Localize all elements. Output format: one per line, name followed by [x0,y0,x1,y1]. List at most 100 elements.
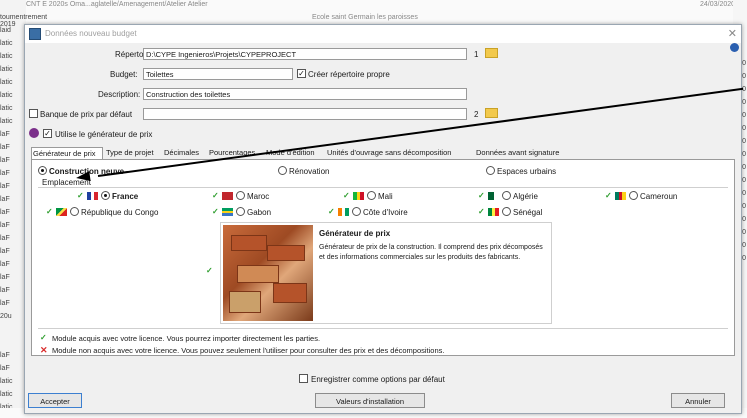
construction-materials-image [223,225,313,321]
radio-cote-ivoire[interactable] [352,207,361,216]
check-icon: ✓ [77,191,84,200]
repertoire-field[interactable]: D:\CYPE Ingenieros\Projets\CYPEPROJECT [143,48,467,60]
background-row-text: laF [0,235,10,242]
banque-prix-checkbox[interactable] [29,109,38,118]
radio-gabon[interactable] [236,207,245,216]
tab-decimales[interactable]: Décimales [163,147,200,159]
app-icon [29,28,41,40]
background-row-text: latic [0,66,13,73]
background-row-text: laF [0,170,10,177]
radio-algerie[interactable] [502,191,511,200]
description-field[interactable]: Construction des toilettes [143,88,467,100]
radio-espaces-label: Espaces urbains [497,167,557,176]
flag-senegal-icon [488,208,500,216]
background-row-text: latic [0,391,13,398]
check-icon: ✓ [478,191,485,200]
background-path-text: CNT et CNT E 2020s Oma...aglatelle/Amena… [2,1,208,8]
radio-maroc[interactable] [236,191,245,200]
check-icon: ✓ [328,207,335,216]
country-cameroun: Cameroun [640,192,678,201]
dialog-titlebar: Données nouveau budget ✕ [25,25,741,43]
enregistrer-label: Enregistrer comme options par défaut [311,375,445,384]
background-row-text: laF [0,131,10,138]
background-row-text: laid [0,27,11,34]
valeurs-installation-button[interactable]: Valeurs d'installation [315,393,425,408]
flag-cote-ivoire-icon [338,208,350,216]
country-maroc: Maroc [247,192,270,201]
module-non-acquis-text: Module non acquis avec votre licence. Vo… [52,346,445,355]
check-icon: ✓ [478,207,485,216]
repertoire-number: 1 [474,50,479,59]
generateur-panel: Construction neuve Rénovation Espaces ur… [31,160,735,356]
check-icon: ✓ [212,207,219,216]
generateur-title: Générateur de prix [319,229,391,238]
tab-bar: Générateur de prix Type de projet Décima… [31,147,735,160]
help-icon[interactable] [730,43,739,52]
utilise-generateur-label: Utilise le générateur de prix [55,130,153,139]
annotation-arrow-head [75,171,91,183]
background-row-text: laF [0,157,10,164]
background-row-text: laF [0,287,10,294]
enregistrer-checkbox[interactable] [299,374,308,383]
background-row-text: laF [0,196,10,203]
description-label: Description: [98,90,141,99]
flag-mali-icon [353,192,365,200]
cross-icon: ✕ [40,345,48,355]
radio-espaces-urbains[interactable] [486,166,495,175]
background-row-text: latic [0,40,13,47]
legend-divider [38,328,728,329]
background-row-text: latic [0,378,13,385]
country-mali: Mali [378,192,393,201]
radio-congo[interactable] [70,207,79,216]
background-row-text: laF [0,209,10,216]
tab-donnees-signature[interactable]: Données avant signature [475,147,560,159]
radio-cameroun[interactable] [629,191,638,200]
budget-field[interactable]: Toilettes [143,68,293,80]
background-date-text: 24/03/2020 [700,1,736,8]
utilise-generateur-checkbox[interactable]: ✓ [43,129,52,138]
country-cote-ivoire: Côte d'Ivoire [363,208,408,217]
annuler-button[interactable]: Annuler [671,393,725,408]
accepter-button[interactable]: Accepter [28,393,82,408]
check-icon: ✓ [46,207,53,216]
close-icon[interactable]: ✕ [728,27,737,40]
dialog-title: Données nouveau budget [45,29,137,38]
check-icon: ✓ [206,266,213,275]
check-icon: ✓ [343,191,350,200]
country-france: France [112,192,139,201]
tab-type-projet[interactable]: Type de projet [105,147,155,159]
background-row-text: laF [0,248,10,255]
radio-renovation[interactable] [278,166,287,175]
budget-label: Budget: [110,70,138,79]
radio-mali[interactable] [367,191,376,200]
background-row-text: latic [0,92,13,99]
background-row-text: latic [0,105,13,112]
banque-prix-field[interactable] [143,108,467,120]
flag-cameroun-icon [615,192,627,200]
flag-algerie-icon [488,192,499,200]
creer-repertoire-checkbox[interactable]: ✓ [297,69,306,78]
background-row-text: latic [0,79,13,86]
radio-construction-neuve[interactable] [38,166,47,175]
flag-gabon-icon [222,208,233,217]
background-row-text: 20u [0,313,12,320]
module-acquis-text: Module acquis avec votre licence. Vous p… [52,334,321,343]
radio-france[interactable] [101,191,110,200]
background-row-text: laF [0,365,10,372]
background-row-text: laF [0,274,10,281]
radio-senegal[interactable] [502,207,511,216]
generateur-description: Générateur de prix de la construction. I… [319,244,543,261]
new-budget-dialog: Données nouveau budget ✕ Répertoire: D:\… [24,24,742,414]
country-algerie: Algérie [513,192,538,201]
folder-icon[interactable] [485,108,498,118]
radio-renovation-label: Rénovation [289,167,330,176]
background-row-text: latic [0,53,13,60]
generator-logo-icon [29,128,39,138]
flag-congo-icon [56,208,67,216]
background-row-text: latic [0,118,13,125]
flag-maroc-icon [222,192,233,200]
folder-icon[interactable] [485,48,498,58]
check-icon: ✓ [605,191,612,200]
tab-generateur[interactable]: Générateur de prix [31,147,103,159]
tab-unites-ouvrage[interactable]: Unités d'ouvrage sans décomposition [326,147,452,159]
